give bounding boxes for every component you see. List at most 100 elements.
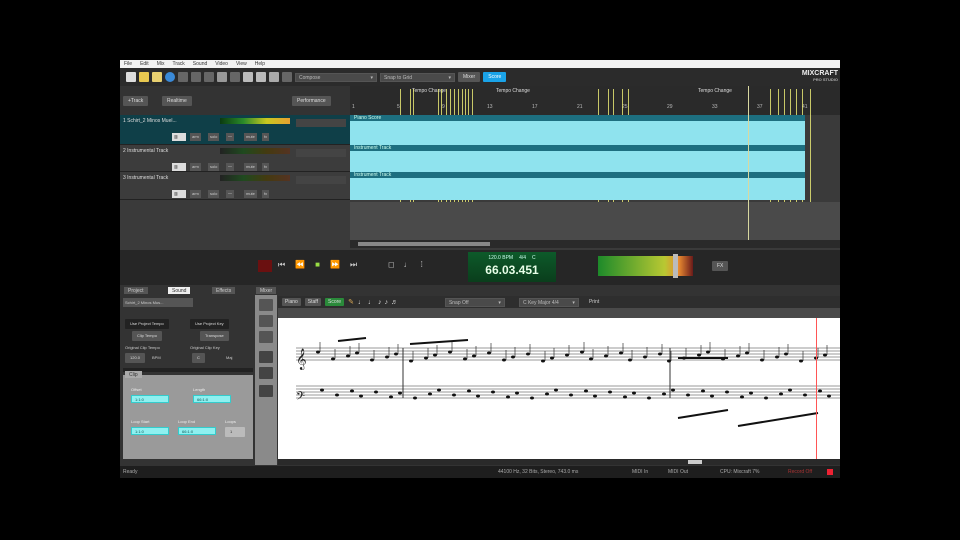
offset-field[interactable]: 1:1:0 (131, 395, 169, 403)
menu-track[interactable]: Track (172, 61, 184, 67)
fit-icon[interactable] (259, 331, 273, 343)
collapse-icon[interactable] (259, 367, 273, 379)
menu-help[interactable]: Help (255, 61, 265, 67)
key-readout[interactable]: C (532, 255, 536, 261)
time-display[interactable]: 120.0 BPM 4/4 C 66.03.451 (468, 252, 556, 282)
score-button[interactable]: Score (483, 72, 507, 82)
save-icon[interactable] (152, 72, 162, 82)
score-scrollbar-thumb[interactable] (688, 460, 702, 464)
automation-icon[interactable]: 〰 (226, 133, 234, 141)
snap-dropdown[interactable]: Snap to Grid ▾ (380, 72, 455, 82)
close-editor-icon[interactable] (259, 385, 273, 397)
cut-icon[interactable] (178, 72, 188, 82)
note-duration-icons[interactable]: ♩♩♪♪♬ (358, 299, 401, 306)
undo-icon[interactable] (217, 72, 227, 82)
transpose-button[interactable]: Transpose (200, 331, 229, 341)
mixer-button[interactable]: Mixer (458, 72, 481, 82)
fx-button[interactable]: fx (262, 163, 270, 171)
go-to-end-icon[interactable]: ⏭ (350, 260, 357, 270)
record-mode-dropdown[interactable]: Realtime (162, 96, 192, 106)
pencil-tool-icon[interactable]: ✎ (348, 298, 354, 306)
scrollbar-thumb[interactable] (358, 242, 490, 246)
piano-icon[interactable]: ▥ (172, 133, 186, 141)
tab-clip[interactable]: Clip (125, 371, 142, 378)
paste-icon[interactable] (204, 72, 214, 82)
track-header[interactable]: 1 Schirt_2 Minos Muel... ▥ arm solo 〰 mu… (120, 115, 350, 145)
play-icon[interactable]: ■ (315, 260, 320, 270)
length-field[interactable]: 66:1:0 (193, 395, 231, 403)
metronome-icon[interactable]: ♩ (404, 260, 412, 269)
score-view-button[interactable]: Score (325, 298, 345, 306)
snap-off-dropdown[interactable]: Snap Off ▾ (444, 297, 505, 307)
arm-button[interactable]: arm (190, 133, 201, 141)
key-signature-dropdown[interactable]: C Key Major 4/4 ▾ (518, 297, 579, 307)
arm-button[interactable]: arm (190, 163, 201, 171)
midi-clip[interactable] (350, 151, 805, 172)
mode-dropdown[interactable]: Compose ▾ (295, 72, 377, 82)
loops-field[interactable]: 1 (225, 427, 245, 437)
automation-icon[interactable]: 〰 (226, 190, 234, 198)
solo-button[interactable]: solo (208, 190, 220, 198)
staff-view-button[interactable]: Staff (304, 298, 321, 306)
piano-view-button[interactable]: Piano (282, 298, 301, 306)
track-send-control[interactable] (296, 119, 346, 127)
track-send-control[interactable] (296, 176, 346, 184)
tempo-marker[interactable]: Tempo Change (496, 88, 530, 94)
loop-end-field[interactable]: 66:1:0 (178, 427, 216, 435)
midi-in-indicator[interactable]: MIDI In (632, 469, 648, 475)
zoom-in-icon[interactable] (243, 72, 253, 82)
use-project-tempo-button[interactable]: Use Project Tempo (125, 319, 169, 329)
mute-button[interactable]: mute (244, 190, 257, 198)
performance-button[interactable]: Performance (292, 96, 331, 106)
loop-icon[interactable]: ◻ (388, 260, 395, 269)
use-project-key-button[interactable]: Use Project Key (190, 319, 229, 329)
expand-icon[interactable] (259, 351, 273, 363)
menu-edit[interactable]: Edit (140, 61, 149, 67)
track-name[interactable]: 3 Instrumental Track (123, 175, 168, 181)
tab-sound[interactable]: Sound (168, 287, 191, 294)
tempo-marker[interactable]: Tempo Change (698, 88, 732, 94)
fx-button[interactable]: fx (262, 133, 270, 141)
midi-out-indicator[interactable]: MIDI Out (668, 469, 688, 475)
open-folder-icon[interactable] (139, 72, 149, 82)
record-button[interactable] (258, 260, 272, 272)
tempo-readout[interactable]: 120.0 BPM (488, 255, 513, 261)
master-volume-slider[interactable] (673, 254, 678, 278)
clip-name-field[interactable]: Schirt_2 Minos Mus... (123, 298, 193, 307)
loop-start-field[interactable]: 1:1:0 (131, 427, 169, 435)
fx-button[interactable]: fx (262, 190, 270, 198)
score-ruler[interactable] (278, 308, 840, 318)
go-to-start-icon[interactable]: ⏮ (278, 260, 285, 270)
automation-icon[interactable]: 〰 (226, 163, 234, 171)
add-track-button[interactable]: +Track (123, 96, 149, 106)
clip-tempo-button[interactable]: Clip Tempo (132, 331, 162, 341)
print-button[interactable]: Print (589, 299, 599, 305)
midi-clip[interactable] (350, 121, 805, 145)
solo-button[interactable]: solo (208, 163, 220, 171)
master-fx-button[interactable]: FX (712, 261, 729, 271)
menu-file[interactable]: File (124, 61, 132, 67)
copy-icon[interactable] (191, 72, 201, 82)
count-in-icon[interactable]: ⁞ (421, 260, 423, 269)
new-file-icon[interactable] (126, 72, 136, 82)
menu-view[interactable]: View (236, 61, 247, 67)
rewind-icon[interactable]: ⏪ (295, 260, 305, 270)
tab-project[interactable]: Project (124, 287, 148, 294)
solo-button[interactable]: solo (208, 133, 220, 141)
horizontal-scrollbar[interactable] (350, 240, 840, 248)
playhead[interactable] (748, 86, 749, 240)
fast-forward-icon[interactable]: ⏩ (330, 260, 340, 270)
metronome-icon[interactable] (282, 72, 292, 82)
menu-video[interactable]: Video (215, 61, 228, 67)
midi-clip[interactable] (350, 178, 805, 200)
zoom-out-icon[interactable] (256, 72, 266, 82)
piano-icon[interactable]: ▥ (172, 163, 186, 171)
arm-button[interactable]: arm (190, 190, 201, 198)
score-scrollbar[interactable] (278, 459, 840, 465)
tab-mixer[interactable]: Mixer (256, 287, 277, 294)
track-header[interactable]: 2 Instrumental Track ▥ arm solo 〰 mute f… (120, 145, 350, 172)
piano-icon[interactable]: ▥ (172, 190, 186, 198)
mute-button[interactable]: mute (244, 163, 257, 171)
track-send-control[interactable] (296, 149, 346, 157)
tab-effects[interactable]: Effects (212, 287, 236, 294)
